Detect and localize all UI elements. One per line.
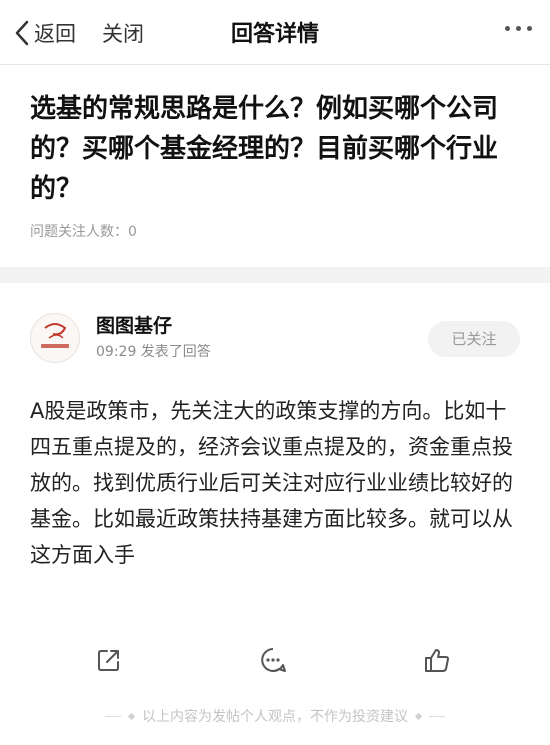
answer-timestamp: 09:29 发表了回答 xyxy=(96,344,211,360)
close-button[interactable]: 关闭 xyxy=(102,18,144,48)
diamond-icon xyxy=(414,712,423,720)
followers-count: 0 xyxy=(128,224,137,240)
question-title: 选基的常规思路是什么？例如买哪个公司的？买哪个基金经理的？目前买哪个行业的？ xyxy=(30,94,499,204)
like-button[interactable] xyxy=(423,646,451,674)
disclaimer: 以上内容为发帖个人观点，不作为投资建议 xyxy=(0,706,550,726)
avatar-logo-icon xyxy=(41,323,69,348)
comment-icon xyxy=(261,648,286,672)
followers-label: 问题关注人数： xyxy=(30,224,128,240)
divider-line xyxy=(429,715,445,717)
question-followers: 问题关注人数：0 xyxy=(30,221,522,241)
comment-button[interactable] xyxy=(259,646,287,674)
more-menu-button[interactable] xyxy=(505,26,532,31)
share-button[interactable] xyxy=(95,646,123,674)
author-name[interactable]: 图图基仔 xyxy=(96,311,172,338)
action-bar xyxy=(0,640,550,680)
answer-body: A股是政策市，先关注大的政策支撑的方向。比如十四五重点提及的，经济会议重点提及的… xyxy=(30,399,513,567)
diamond-icon xyxy=(127,712,136,720)
nav-bar: 返回 关闭 回答详情 xyxy=(0,0,550,65)
thumbs-up-icon xyxy=(425,649,449,672)
section-divider xyxy=(0,267,550,283)
page-title: 回答详情 xyxy=(230,22,319,47)
avatar[interactable] xyxy=(30,313,80,363)
author-row: 图图基仔 09:29 发表了回答 已关注 xyxy=(0,283,550,363)
question-section: 选基的常规思路是什么？例如买哪个公司的？买哪个基金经理的？目前买哪个行业的？ 问… xyxy=(0,65,550,267)
share-icon xyxy=(98,650,119,671)
follow-button[interactable]: 已关注 xyxy=(428,321,520,357)
dot-icon xyxy=(505,26,510,31)
disclaimer-text: 以上内容为发帖个人观点，不作为投资建议 xyxy=(142,709,408,725)
chevron-left-icon xyxy=(15,20,29,46)
dot-icon xyxy=(516,26,521,31)
divider-line xyxy=(105,715,121,717)
back-label: 返回 xyxy=(34,22,76,46)
back-button[interactable]: 返回 xyxy=(14,18,76,48)
dot-icon xyxy=(527,26,532,31)
